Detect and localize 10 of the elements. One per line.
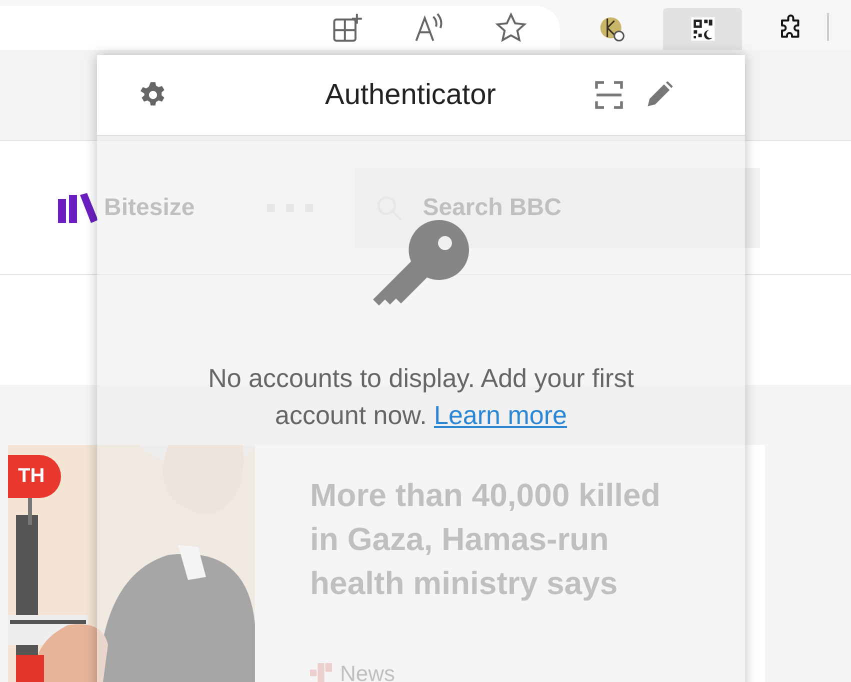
books-logo-icon — [58, 192, 98, 222]
news-logo-icon — [310, 663, 332, 682]
coin-icon — [598, 15, 626, 43]
learn-more-link[interactable]: Learn more — [434, 400, 567, 430]
empty-message: No accounts to display. Add your first account now. Learn more — [207, 362, 635, 432]
scan-icon[interactable] — [594, 80, 624, 110]
popup-title: Authenticator — [325, 78, 496, 112]
qr-code-icon — [688, 15, 716, 43]
category-badge: TH — [8, 455, 61, 498]
authenticator-button[interactable] — [663, 8, 742, 50]
